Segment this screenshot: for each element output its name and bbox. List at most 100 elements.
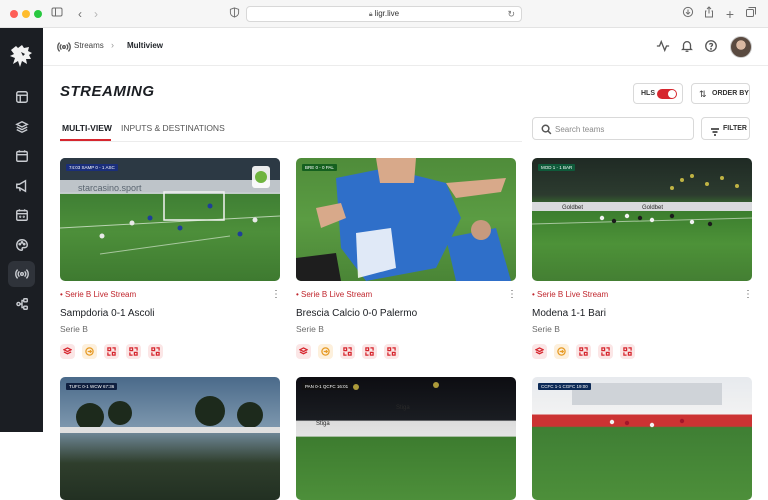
palette-icon [15, 239, 28, 251]
stream-league: Serie B [60, 324, 88, 334]
back-icon[interactable]: ‹ [72, 6, 88, 22]
sidebar-item-dashboard[interactable] [8, 84, 35, 110]
stream-thumbnail[interactable]: Stiga Stiga PAN 0-1 QCFC 16:01 [296, 377, 516, 500]
calendar-grid-icon [15, 209, 28, 221]
broadcast-icon [57, 40, 71, 54]
forward-action-icon[interactable] [318, 344, 333, 359]
user-avatar[interactable] [730, 36, 752, 58]
filter-button[interactable]: FILTER [701, 117, 750, 140]
embed-action-icon[interactable] [340, 344, 355, 359]
sidebar-item-calendar[interactable] [8, 143, 35, 169]
search-icon [541, 124, 552, 135]
live-stream-tag: • Serie B Live Stream [60, 290, 137, 299]
forward-icon[interactable]: › [88, 6, 104, 22]
sidebar-toggle-icon[interactable] [49, 6, 65, 22]
sidebar-item-layers[interactable] [8, 114, 35, 140]
svg-text:Stiga: Stiga [396, 405, 410, 411]
tabs-divider [60, 141, 522, 142]
svg-text:Stiga: Stiga [316, 421, 330, 427]
embed-action-icon[interactable] [104, 344, 119, 359]
stream-thumbnail[interactable]: starcasino.sport 74:03 SAMP 0 - 1 ASC [60, 158, 280, 281]
scorebug: PAN 0-1 QCFC 16:01 [302, 383, 352, 390]
sidebar-item-schedule[interactable] [8, 202, 35, 228]
download-icon[interactable] [680, 6, 696, 22]
bell-icon[interactable] [680, 39, 696, 55]
filter-icon [710, 124, 720, 136]
more-options-icon[interactable]: ⋮ [743, 289, 753, 300]
chevron-right-icon: › [111, 40, 114, 50]
search-field[interactable] [532, 117, 694, 140]
scorebug: MOD 1 - 1 BAR [538, 164, 576, 171]
scorebug: 74:03 SAMP 0 - 1 ASC [66, 164, 118, 171]
maximize-window-button[interactable] [34, 10, 42, 18]
stream-thumbnail[interactable]: TUFC 0-1 WCW 67:36 [60, 377, 280, 500]
layers-icon [14, 120, 29, 134]
sidebar [0, 28, 43, 432]
layers-action-icon[interactable] [60, 344, 75, 359]
hls-toggle[interactable]: HLS [633, 83, 683, 104]
svg-text:Goldbet: Goldbet [642, 205, 663, 211]
minimize-window-button[interactable] [22, 10, 30, 18]
share-icon[interactable] [701, 6, 717, 22]
lion-logo-icon[interactable] [7, 42, 35, 70]
sidebar-item-theme[interactable] [8, 232, 35, 258]
more-options-icon[interactable]: ⋮ [271, 289, 281, 300]
tab-inputs-destinations[interactable]: INPUTS & DESTINATIONS [121, 123, 225, 133]
tab-multi-view[interactable]: MULTI-VIEW [62, 123, 112, 133]
layers-action-icon[interactable] [296, 344, 311, 359]
embed-action-icon[interactable] [620, 344, 635, 359]
stream-league: Serie B [296, 324, 324, 334]
page-title: STREAMING [60, 83, 155, 100]
search-input[interactable] [555, 121, 685, 137]
stream-thumbnail[interactable]: BRE 0 - 0 PAL [296, 158, 516, 281]
stream-thumbnail[interactable]: Goldbet Goldbet MOD 1 - 1 BAR [532, 158, 752, 281]
hls-switch[interactable] [657, 89, 677, 99]
sidebar-item-streams[interactable] [8, 261, 35, 287]
embed-action-icon[interactable] [384, 344, 399, 359]
new-tab-icon[interactable]: + [722, 6, 738, 22]
top-bar: Streams › Multiview [43, 28, 768, 66]
megaphone-icon [15, 179, 26, 193]
url-text: ligr.live [374, 9, 400, 18]
svg-text:starcasino.sport: starcasino.sport [78, 183, 142, 193]
lock-icon: 🔒︎ [368, 11, 373, 18]
order-by-button[interactable]: ⇅ ORDER BY [691, 83, 750, 104]
stream-title: Brescia Calcio 0-0 Palermo [296, 308, 418, 319]
layers-action-icon[interactable] [532, 344, 547, 359]
embed-action-icon[interactable] [126, 344, 141, 359]
live-stream-tag: • Serie B Live Stream [532, 290, 609, 299]
breadcrumb-streams[interactable]: Streams [74, 41, 104, 50]
sidebar-item-integrations[interactable] [8, 291, 35, 317]
tab-overview-icon[interactable] [743, 6, 759, 22]
more-options-icon[interactable]: ⋮ [507, 289, 517, 300]
embed-action-icon[interactable] [598, 344, 613, 359]
svg-text:Goldbet: Goldbet [562, 205, 583, 211]
calendar-icon [15, 150, 28, 162]
layout-icon [15, 91, 28, 103]
embed-action-icon[interactable] [362, 344, 377, 359]
forward-action-icon[interactable] [82, 344, 97, 359]
stream-title: Modena 1-1 Bari [532, 308, 606, 319]
browser-toolbar: ‹ › 🔒︎ ligr.live ↻ + [0, 0, 768, 28]
help-icon[interactable] [704, 39, 720, 55]
scorebug: TUFC 0-1 WCW 67:36 [66, 383, 118, 390]
shield-icon[interactable] [226, 6, 242, 22]
breadcrumb-multiview: Multiview [127, 41, 164, 50]
close-window-button[interactable] [10, 10, 18, 18]
filter-label: FILTER [723, 125, 747, 132]
stream-thumbnail[interactable]: CCFC 1-1 CGFC 19:00 [532, 377, 752, 500]
sidebar-item-marketing[interactable] [8, 173, 35, 199]
live-stream-tag: • Serie B Live Stream [296, 290, 373, 299]
stream-league: Serie B [532, 324, 560, 334]
address-bar[interactable]: 🔒︎ ligr.live ↻ [246, 6, 522, 22]
reload-icon[interactable]: ↻ [507, 7, 515, 21]
embed-action-icon[interactable] [148, 344, 163, 359]
scorebug: BRE 0 - 0 PAL [302, 164, 337, 171]
scorebug: CCFC 1-1 CGFC 19:00 [538, 383, 591, 390]
stream-title: Sampdoria 0-1 Ascoli [60, 308, 155, 319]
flow-icon [15, 298, 28, 310]
forward-action-icon[interactable] [554, 344, 569, 359]
embed-action-icon[interactable] [576, 344, 591, 359]
activity-icon[interactable] [656, 39, 672, 55]
order-by-label: ORDER BY [712, 90, 749, 97]
